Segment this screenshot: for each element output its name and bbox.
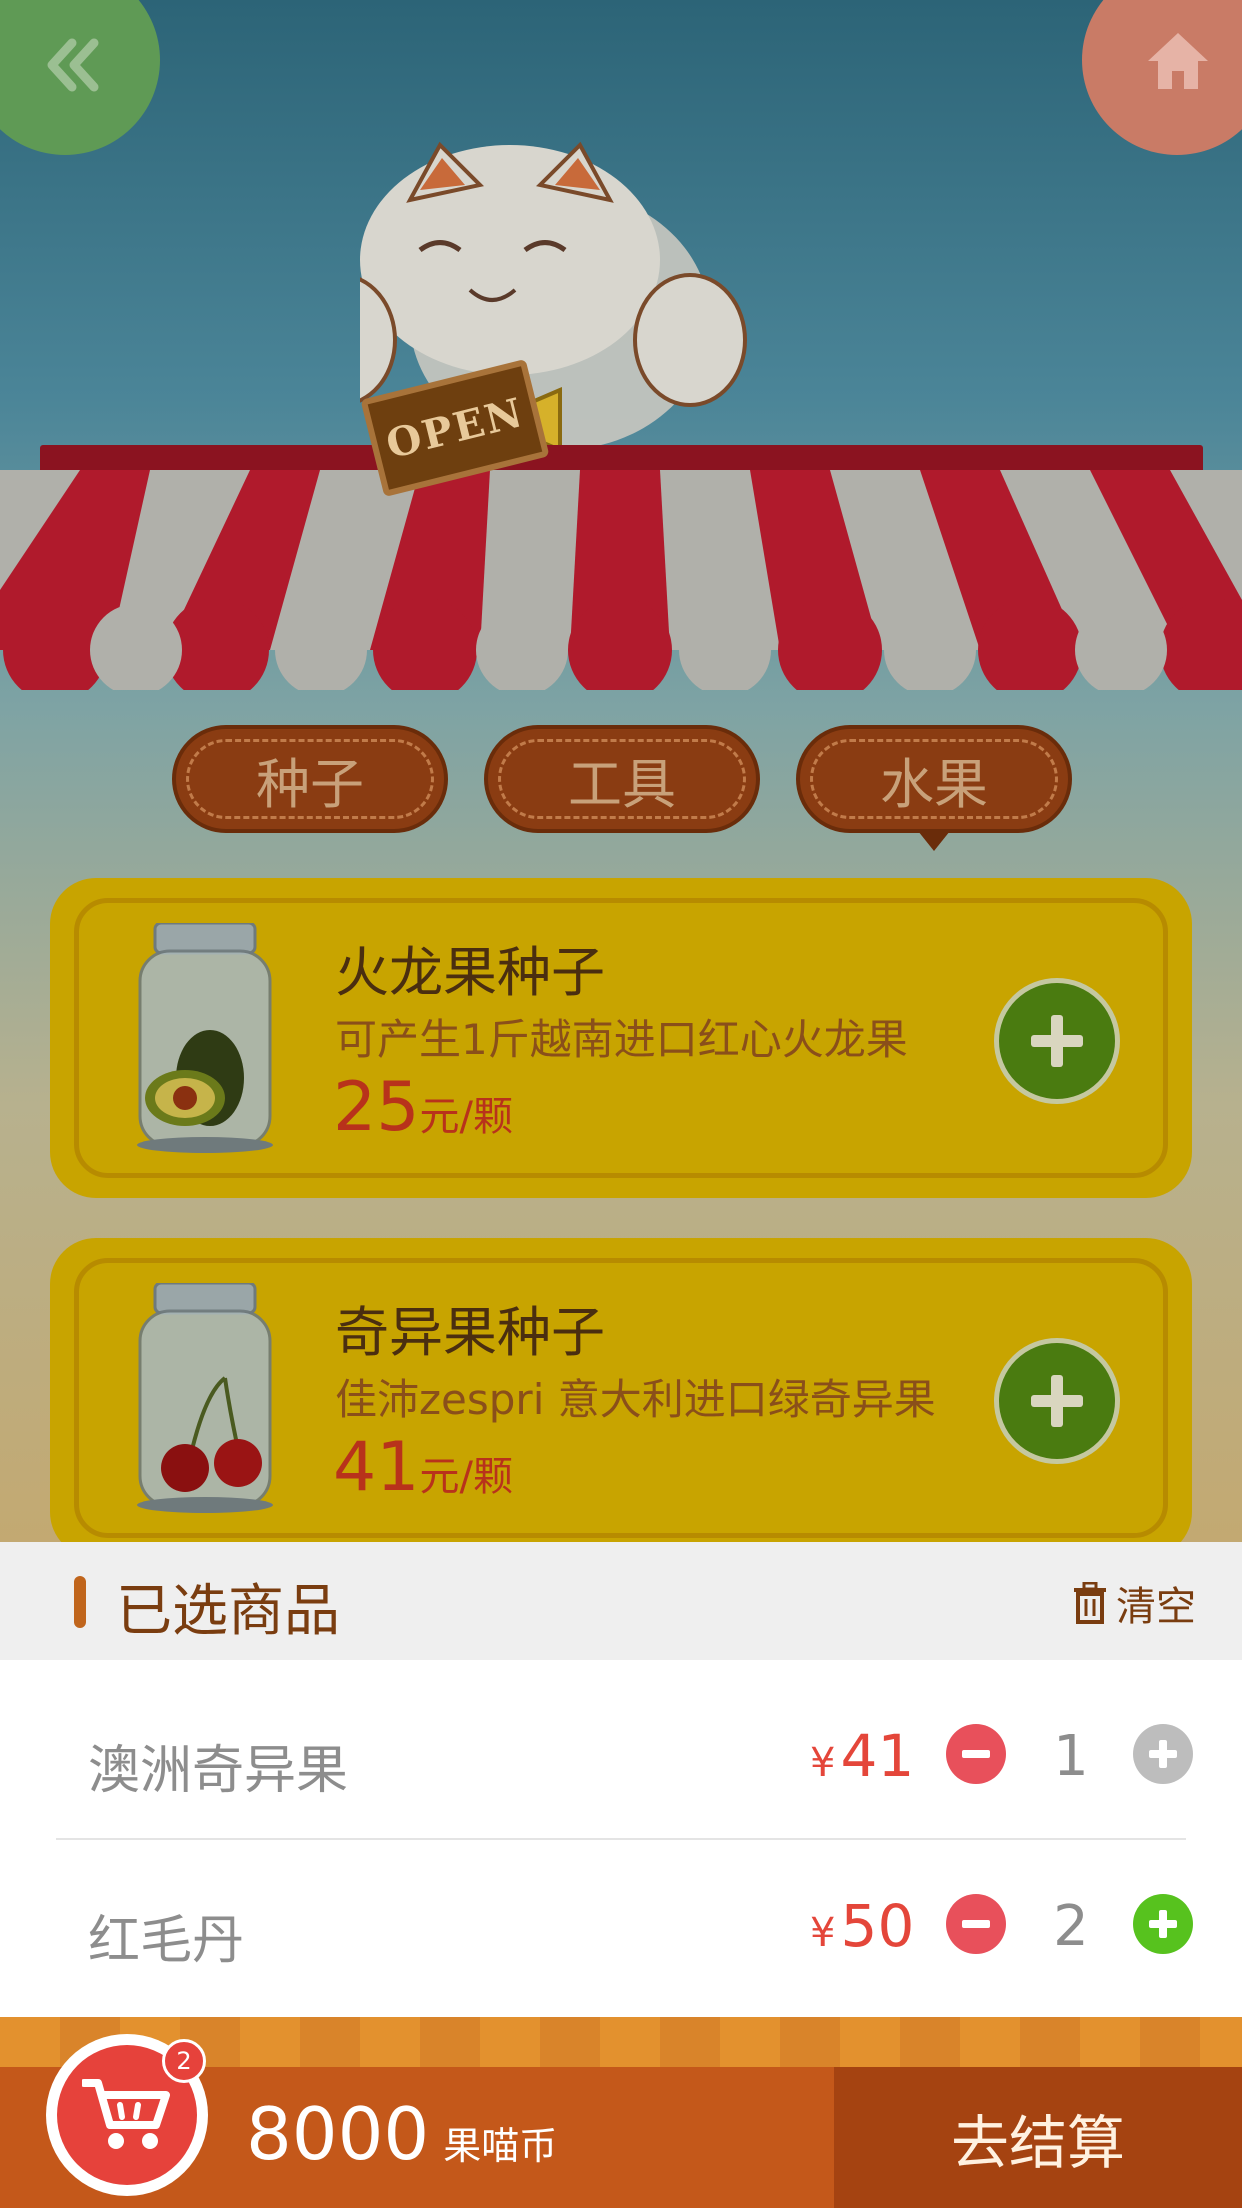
clear-label: 清空	[1116, 1584, 1196, 1630]
product-card: 奇异果种子 佳沛zespri 意大利进口绿奇异果 41元/颗	[50, 1238, 1192, 1558]
quantity-value: 2	[1053, 1894, 1089, 1959]
product-description: 佳沛zespri 意大利进口绿奇异果	[335, 1375, 936, 1424]
awning-stripes	[0, 470, 1242, 690]
product-description: 可产生1斤越南进口红心火龙果	[335, 1015, 908, 1064]
currency-symbol: ¥	[810, 1910, 836, 1956]
minus-icon	[962, 1750, 990, 1758]
checkout-label: 去结算	[950, 2108, 1125, 2177]
product-title: 奇异果种子	[335, 1301, 605, 1364]
cart-count-badge: 2	[162, 2039, 206, 2083]
cherry-jar-icon	[137, 1283, 273, 1513]
price-value: 41	[840, 1722, 915, 1790]
tab-label: 水果	[880, 752, 988, 816]
clear-button[interactable]: 清空	[1072, 1578, 1196, 1630]
trash-icon	[1074, 1582, 1106, 1624]
price-value: 50	[840, 1892, 915, 1960]
decrease-quantity-button[interactable]	[946, 1894, 1006, 1954]
plus-icon	[1149, 1910, 1177, 1938]
balance-value: 8000	[246, 2092, 430, 2176]
price-value: 41	[333, 1428, 420, 1507]
home-icon	[1148, 33, 1208, 89]
increase-quantity-button[interactable]	[1133, 1894, 1193, 1954]
price-unit: 元/颗	[419, 1454, 514, 1500]
checkout-button[interactable]: 去结算	[834, 2067, 1242, 2208]
category-tabs: 种子 工具 水果	[172, 725, 1072, 851]
panel-title: 已选商品	[116, 1579, 340, 1644]
tab-fruit[interactable]: 水果	[796, 725, 1072, 851]
item-name: 红毛丹	[88, 1911, 245, 1971]
price-value: 25	[333, 1068, 420, 1147]
double-chevron-left-icon	[47, 38, 99, 92]
plus-icon	[1149, 1740, 1177, 1768]
header-accent-bar	[74, 1576, 86, 1628]
tab-seeds[interactable]: 种子	[172, 725, 448, 833]
tab-tools[interactable]: 工具	[484, 725, 760, 833]
panel-header: 已选商品 清空	[0, 1542, 1242, 1660]
tab-label: 种子	[256, 752, 364, 816]
open-sign-text: OPEN	[381, 388, 529, 468]
add-to-cart-button[interactable]	[994, 1338, 1120, 1464]
price-unit: 元/颗	[419, 1094, 514, 1140]
item-price: ¥ 41	[810, 1722, 914, 1790]
currency-label: 果喵币	[443, 2124, 558, 2168]
item-name: 澳洲奇异果	[88, 1741, 349, 1801]
minus-icon	[962, 1920, 990, 1928]
product-price: 25元/颗	[333, 1068, 513, 1147]
currency-symbol: ¥	[810, 1740, 836, 1786]
decrease-quantity-button[interactable]	[946, 1724, 1006, 1784]
quantity-value: 1	[1053, 1724, 1089, 1789]
cart-item-row: 红毛丹 ¥ 50 2	[0, 1842, 1242, 2010]
plus-icon	[1031, 1375, 1083, 1427]
tab-label: 工具	[568, 752, 676, 816]
avocado-jar-icon	[137, 923, 273, 1153]
item-price: ¥ 50	[810, 1892, 914, 1960]
plus-icon	[1031, 1015, 1083, 1067]
coin-balance: 8000 果喵币	[246, 2092, 557, 2176]
add-to-cart-button[interactable]	[994, 978, 1120, 1104]
product-price: 41元/颗	[333, 1428, 513, 1507]
increase-quantity-button[interactable]	[1133, 1724, 1193, 1784]
row-divider	[56, 1838, 1186, 1840]
cart-item-row: 澳洲奇异果 ¥ 41 1	[0, 1672, 1242, 1840]
shopping-cart-icon	[82, 2079, 170, 2149]
product-title: 火龙果种子	[335, 941, 605, 1004]
product-card: 火龙果种子 可产生1斤越南进口红心火龙果 25元/颗	[50, 878, 1192, 1198]
